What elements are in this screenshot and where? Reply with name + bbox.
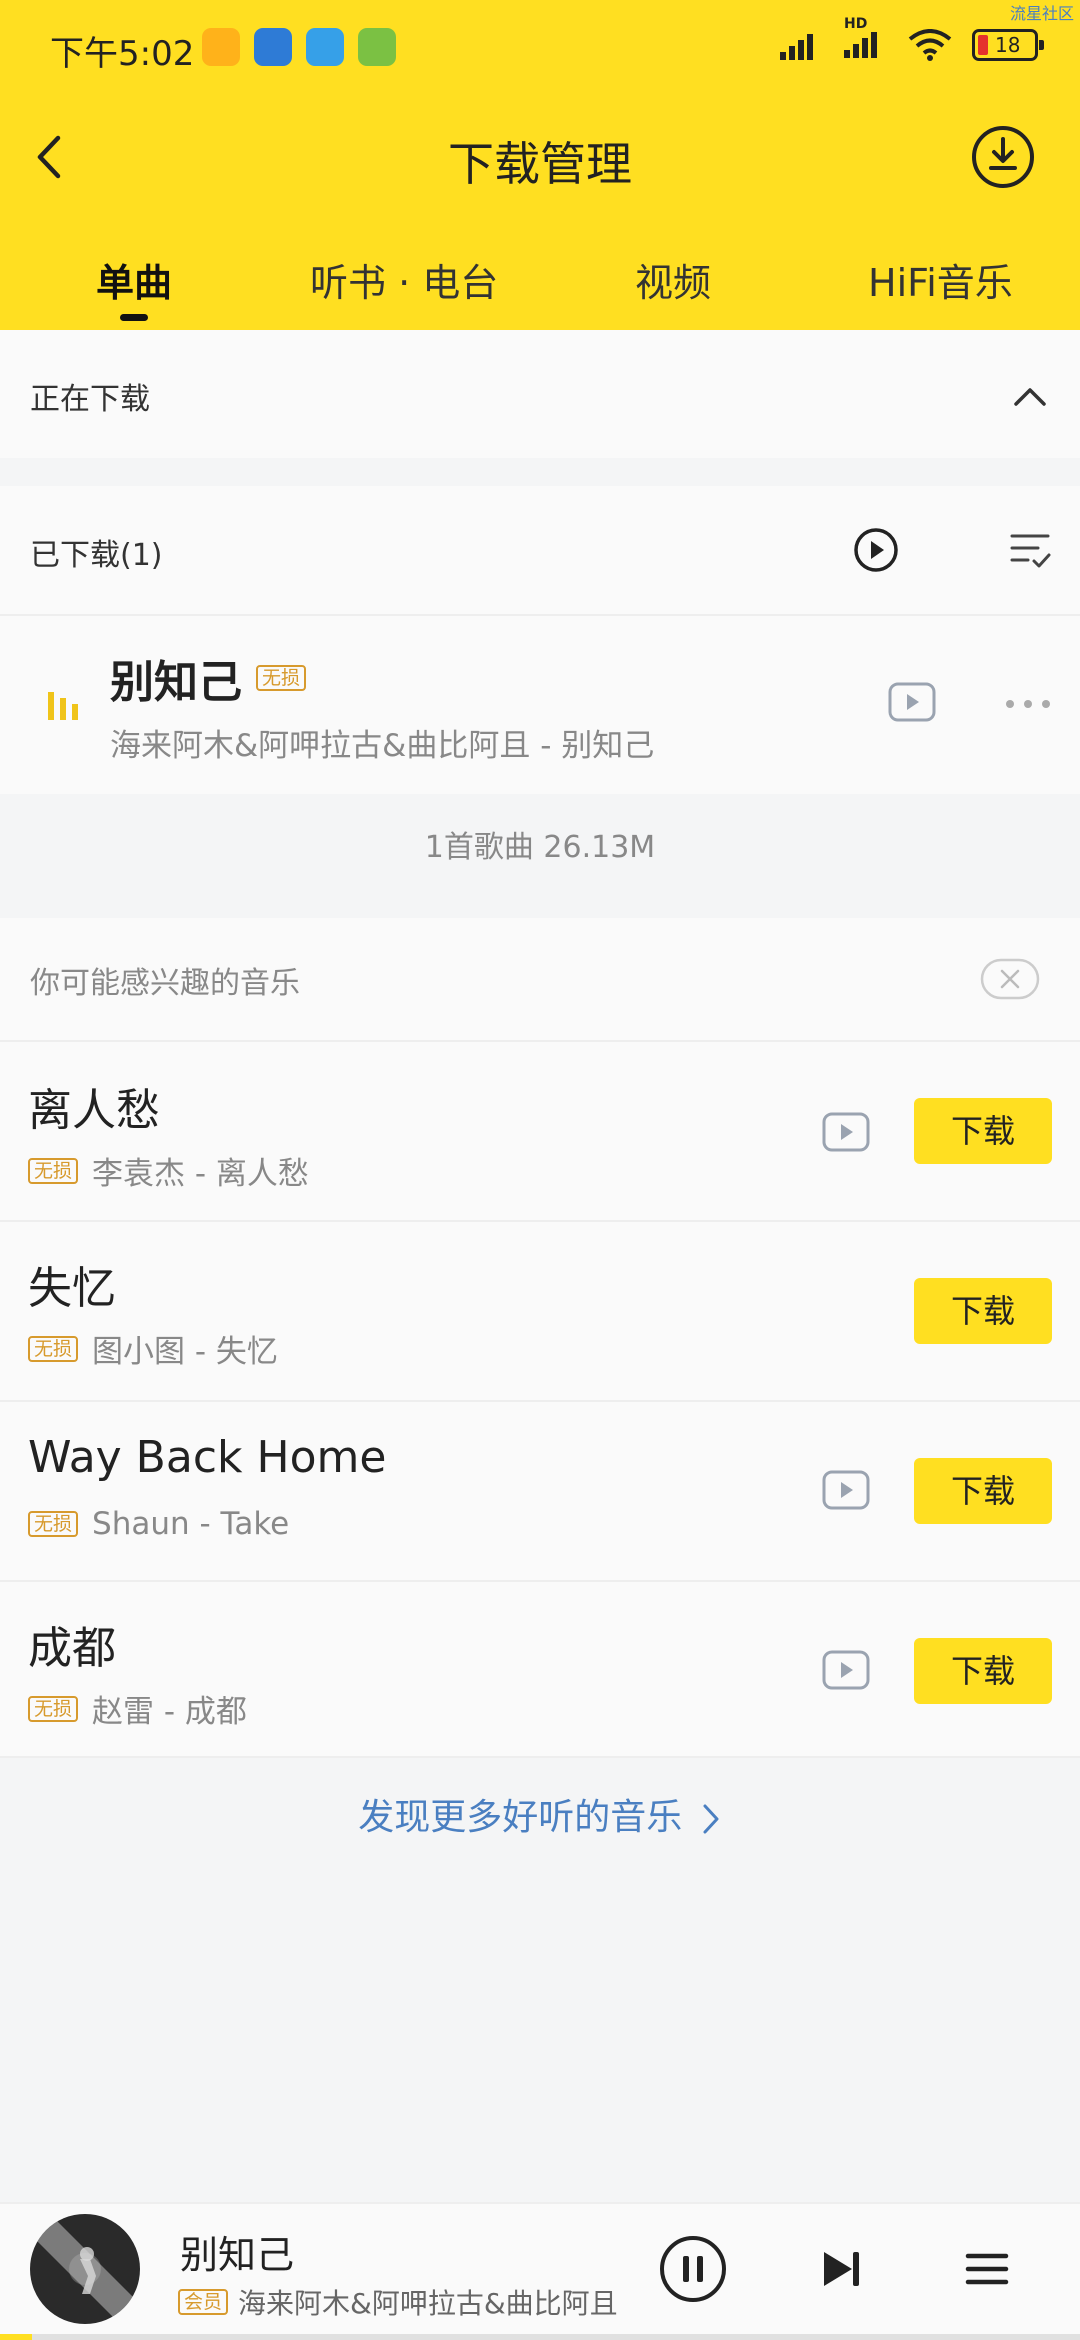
- discover-more-label: 发现更多好听的音乐: [358, 1797, 683, 1838]
- player-sub: 会员 海来阿木&阿呷拉古&曲比阿且: [178, 2282, 618, 2322]
- song-artist: 海来阿木&阿呷拉古&曲比阿且 - 别知己: [110, 728, 655, 764]
- tab-hifi[interactable]: HiFi音乐: [868, 252, 1013, 307]
- status-bar: 下午5:02 HD 18 流星社区: [0, 0, 1080, 96]
- song-sub: 无损 李袁杰 - 离人愁: [28, 1148, 309, 1193]
- download-button[interactable]: 下载: [914, 1638, 1052, 1704]
- lossless-badge: 无损: [256, 665, 307, 691]
- battery-icon: 18: [972, 29, 1044, 61]
- playback-progress-fill: [0, 2334, 33, 2340]
- song-artist: 李袁杰 - 离人愁: [92, 1156, 309, 1192]
- player-song-name: 别知己: [180, 2233, 295, 2277]
- recommend-list: 离人愁 无损 李袁杰 - 离人愁 下载 失忆 无损 图小图 - 失忆 下载 Wa…: [0, 1042, 1080, 1756]
- download-notification-icon: [358, 28, 396, 66]
- lossless-badge: 无损: [28, 1335, 79, 1362]
- tab-audiobooks-radio[interactable]: 听书 · 电台: [310, 252, 498, 307]
- wifi-icon: [908, 29, 952, 61]
- app-notification-icon: [202, 28, 240, 66]
- pause-icon[interactable]: [658, 2234, 728, 2304]
- downloaded-song-title: 别知己 无损: [110, 646, 307, 710]
- mini-player[interactable]: 别知己 会员 海来阿木&阿呷拉古&曲比阿且: [0, 2202, 1080, 2340]
- header: 下载管理: [0, 96, 1080, 222]
- song-name: 成都: [28, 1623, 116, 1674]
- playback-progress: [0, 2334, 1080, 2340]
- download-button[interactable]: 下载: [914, 1278, 1052, 1344]
- hd-label: HD: [844, 16, 868, 32]
- song-sub: 无损 赵雷 - 成都: [28, 1686, 247, 1731]
- tab-video[interactable]: 视频: [635, 252, 711, 307]
- app-notification-icon: [254, 28, 292, 66]
- discover-more-link[interactable]: 发现更多好听的音乐: [0, 1788, 1080, 1840]
- play-all-icon[interactable]: [852, 526, 900, 574]
- now-playing-bars-icon: [48, 692, 78, 720]
- recommend-row[interactable]: 失忆 无损 图小图 - 失忆 下载: [0, 1222, 1080, 1400]
- lossless-badge: 无损: [28, 1511, 79, 1537]
- downloaded-song-row[interactable]: 别知己 无损 海来阿木&阿呷拉古&曲比阿且 - 别知己: [0, 616, 1080, 794]
- active-tab-indicator: [120, 314, 148, 321]
- song-sub: 无损 Shaun - Take: [28, 1506, 289, 1542]
- signal-hd-icon: [844, 32, 877, 58]
- mv-play-icon[interactable]: [822, 1112, 870, 1152]
- download-button[interactable]: 下载: [914, 1098, 1052, 1164]
- song-artist: 赵雷 - 成都: [92, 1694, 247, 1730]
- player-artist: 海来阿木&阿呷拉古&曲比阿且: [238, 2287, 618, 2320]
- downloading-label: 正在下载: [30, 382, 150, 417]
- mv-play-icon[interactable]: [822, 1650, 870, 1690]
- close-icon[interactable]: [980, 958, 1040, 1000]
- watermark: 流星社区: [1009, 4, 1074, 23]
- song-name: Way Back Home: [28, 1432, 387, 1483]
- song-artist: Shaun - Take: [92, 1506, 290, 1542]
- song-sub: 无损 图小图 - 失忆: [28, 1326, 278, 1371]
- lossless-badge: 无损: [28, 1695, 79, 1722]
- recommend-label: 你可能感兴趣的音乐: [30, 966, 300, 1001]
- next-track-icon[interactable]: [816, 2244, 866, 2294]
- status-time: 下午5:02: [50, 34, 195, 74]
- sort-list-icon[interactable]: [1008, 528, 1052, 572]
- vip-badge: 会员: [178, 2289, 229, 2315]
- recommend-row[interactable]: 离人愁 无损 李袁杰 - 离人愁 下载: [0, 1042, 1080, 1220]
- chevron-up-icon[interactable]: [1010, 380, 1050, 410]
- song-artist: 图小图 - 失忆: [92, 1334, 278, 1370]
- download-summary: 1首歌曲 26.13M: [424, 830, 656, 865]
- song-name: 离人愁: [28, 1085, 160, 1136]
- downloaded-section-header: 已下载(1): [0, 486, 1080, 614]
- battery-level: 18: [995, 33, 1021, 57]
- hd-signal: HD: [844, 16, 888, 62]
- downloading-section[interactable]: 正在下载: [0, 330, 1080, 458]
- album-art[interactable]: [30, 2214, 140, 2324]
- mv-play-icon[interactable]: [822, 1470, 870, 1510]
- download-button[interactable]: 下载: [914, 1458, 1052, 1524]
- download-circle-icon[interactable]: [968, 122, 1038, 192]
- playlist-icon[interactable]: [962, 2244, 1012, 2294]
- song-name: 别知己: [110, 657, 242, 708]
- cloud-notification-icon: [306, 28, 344, 66]
- recommend-row[interactable]: Way Back Home 无损 Shaun - Take 下载: [0, 1402, 1080, 1580]
- page-title: 下载管理: [448, 137, 632, 191]
- lossless-badge: 无损: [28, 1157, 79, 1184]
- more-options-icon[interactable]: [1004, 698, 1052, 710]
- album-art-image: [30, 2214, 140, 2324]
- signal-icon: [780, 34, 813, 60]
- system-icons: HD 18: [780, 16, 1044, 62]
- downloaded-label: 已下载(1): [30, 538, 163, 573]
- mv-play-icon[interactable]: [888, 682, 936, 722]
- recommend-row[interactable]: 成都 无损 赵雷 - 成都 下载: [0, 1582, 1080, 1756]
- tab-singles[interactable]: 单曲: [96, 252, 172, 307]
- recommend-section-header: 你可能感兴趣的音乐: [0, 918, 1080, 1040]
- chevron-right-icon: [703, 1804, 719, 1834]
- notification-icons: [202, 28, 396, 66]
- tab-bar: 单曲 听书 · 电台 视频 HiFi音乐: [0, 240, 1080, 330]
- song-name: 失忆: [28, 1263, 116, 1314]
- divider: [0, 1756, 1080, 1758]
